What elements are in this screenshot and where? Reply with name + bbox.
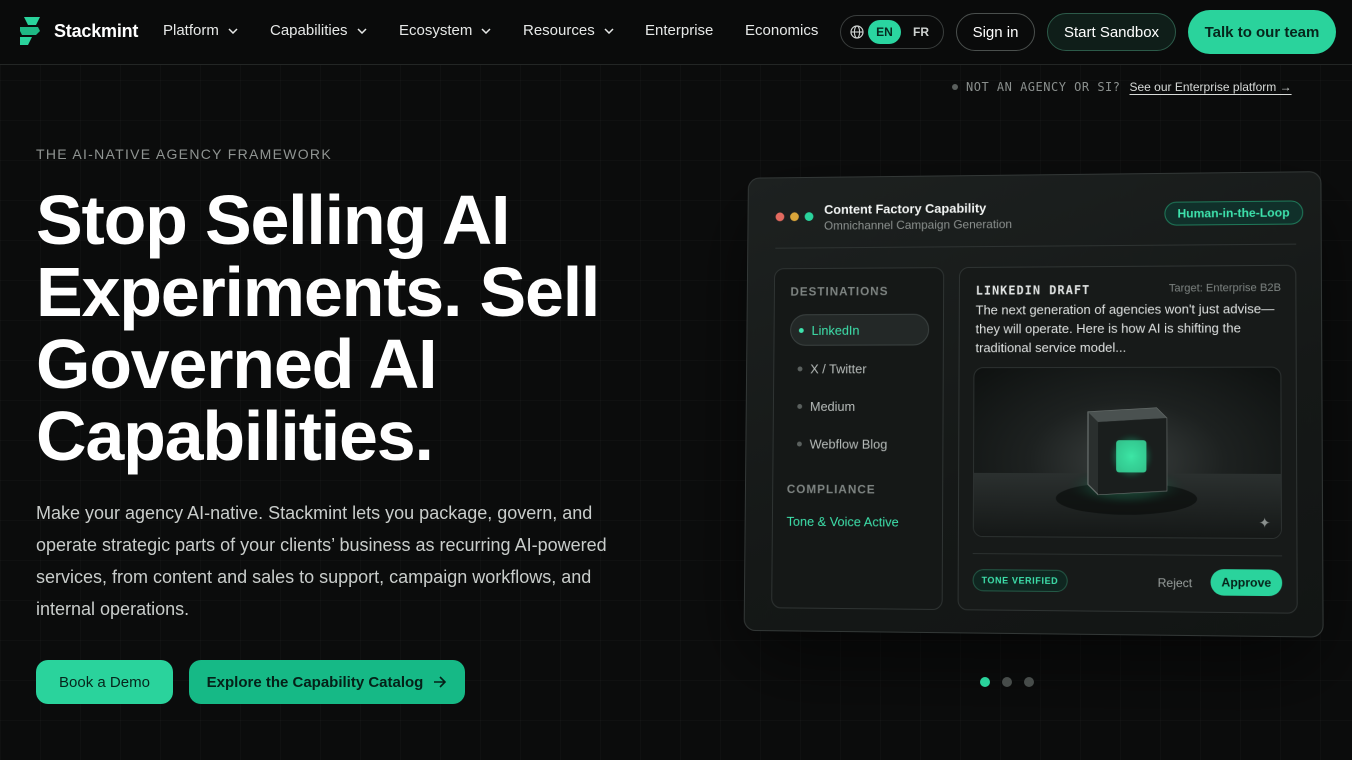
stackmint-logo-icon: [20, 17, 40, 45]
language-switcher: EN FR: [840, 15, 944, 49]
draft-text: The next generation of agencies won't ju…: [975, 301, 1275, 356]
destination-label: Medium: [809, 398, 856, 414]
chevron-down-icon: [481, 27, 491, 34]
globe-icon: [850, 25, 864, 39]
brand-logo-link[interactable]: Stackmint: [18, 17, 138, 45]
glowing-cube-illustration: [973, 368, 1283, 540]
notice-text: NOT AN AGENCY OR SI?: [966, 80, 1121, 94]
sign-in-button[interactable]: Sign in: [956, 13, 1035, 51]
nav-resources-label: Resources: [523, 22, 595, 39]
sparkle-icon: ✦: [1258, 514, 1271, 531]
draft-divider: [972, 553, 1283, 557]
compliance-heading: COMPLIANCE: [786, 482, 876, 497]
lang-fr-button[interactable]: FR: [913, 25, 929, 39]
explore-catalog-label: Explore the Capability Catalog: [206, 673, 424, 691]
destination-label: Webflow Blog: [809, 436, 888, 452]
chevron-down-icon: [228, 27, 238, 34]
nav-capabilities-label: Capabilities: [270, 22, 348, 39]
hero-subcopy: Make your agency AI-native. Stackmint le…: [36, 503, 607, 619]
enterprise-platform-link[interactable]: See our Enterprise platform →: [1130, 80, 1292, 94]
draft-image: ✦: [972, 366, 1283, 540]
destination-dot: [797, 365, 803, 371]
product-preview-card: Content Factory Capability Omnichannel C…: [743, 171, 1324, 638]
start-sandbox-button[interactable]: Start Sandbox: [1047, 13, 1176, 51]
carousel-dot-1[interactable]: [980, 677, 990, 687]
carousel-pagination: [980, 677, 1034, 687]
draft-panel: LINKEDIN DRAFT Target: Enterprise B2B Th…: [957, 264, 1298, 614]
chevron-down-icon: [357, 27, 367, 34]
window-controls: [775, 212, 814, 222]
destination-label: LinkedIn: [811, 322, 860, 338]
arrow-right-icon: [434, 676, 447, 688]
destination-label: X / Twitter: [810, 360, 867, 376]
destination-dot: [796, 441, 802, 447]
window-minimize-dot: [790, 212, 799, 222]
destination-medium[interactable]: Medium: [789, 390, 928, 422]
destination-dot: [797, 403, 803, 409]
nav-capabilities[interactable]: Capabilities: [270, 22, 367, 39]
nav-ecosystem-label: Ecosystem: [399, 22, 473, 39]
draft-heading: LINKEDIN DRAFT: [975, 283, 1091, 298]
destinations-heading: DESTINATIONS: [790, 284, 889, 299]
reject-button[interactable]: Reject: [1158, 576, 1193, 591]
destination-linkedin[interactable]: LinkedIn: [789, 313, 930, 346]
capability-subtitle: Omnichannel Campaign Generation: [823, 217, 1013, 233]
nav-platform[interactable]: Platform: [163, 22, 238, 39]
enterprise-notice: NOT AN AGENCY OR SI? See our Enterprise …: [952, 80, 1292, 94]
nav-economics[interactable]: Economics: [745, 22, 818, 39]
capability-title: Content Factory Capability: [824, 200, 987, 217]
talk-to-team-button[interactable]: Talk to our team: [1188, 10, 1336, 54]
book-demo-button[interactable]: Book a Demo: [36, 660, 173, 704]
chevron-down-icon: [604, 27, 614, 34]
window-close-dot: [775, 212, 785, 222]
card-divider: [775, 243, 1297, 249]
tone-verified-badge: TONE VERIFIED: [972, 569, 1068, 593]
nav-ecosystem[interactable]: Ecosystem: [399, 22, 491, 39]
top-nav: Stackmint Platform Capabilities Ecosyste…: [0, 0, 1352, 65]
hero-eyebrow: THE AI-NATIVE AGENCY FRAMEWORK: [36, 146, 332, 162]
draft-target: Target: Enterprise B2B: [1168, 281, 1282, 295]
carousel-dot-3[interactable]: [1024, 677, 1034, 687]
nav-enterprise[interactable]: Enterprise: [645, 22, 713, 39]
nav-economics-label: Economics: [745, 22, 819, 39]
human-in-loop-badge: Human-in-the-Loop: [1164, 200, 1303, 226]
nav-enterprise-label: Enterprise: [645, 22, 714, 39]
approve-button[interactable]: Approve: [1210, 569, 1283, 597]
lang-en-button[interactable]: EN: [868, 20, 901, 44]
destination-twitter[interactable]: X / Twitter: [790, 352, 929, 384]
nav-resources[interactable]: Resources: [523, 22, 614, 39]
hero-headline: Stop Selling AI Experiments. Sell Govern…: [36, 181, 600, 475]
destinations-panel: DESTINATIONS LinkedIn X / Twitter Medium…: [771, 267, 945, 611]
notice-dot: [952, 84, 958, 90]
nav-platform-label: Platform: [163, 22, 219, 39]
carousel-dot-2[interactable]: [1002, 677, 1012, 687]
brand-name: Stackmint: [54, 20, 139, 41]
explore-catalog-button[interactable]: Explore the Capability Catalog: [189, 660, 465, 704]
destination-webflow[interactable]: Webflow Blog: [789, 428, 929, 460]
window-maximize-dot: [804, 212, 814, 222]
compliance-status: Tone & Voice Active: [786, 513, 899, 530]
destination-dot: [798, 327, 804, 333]
